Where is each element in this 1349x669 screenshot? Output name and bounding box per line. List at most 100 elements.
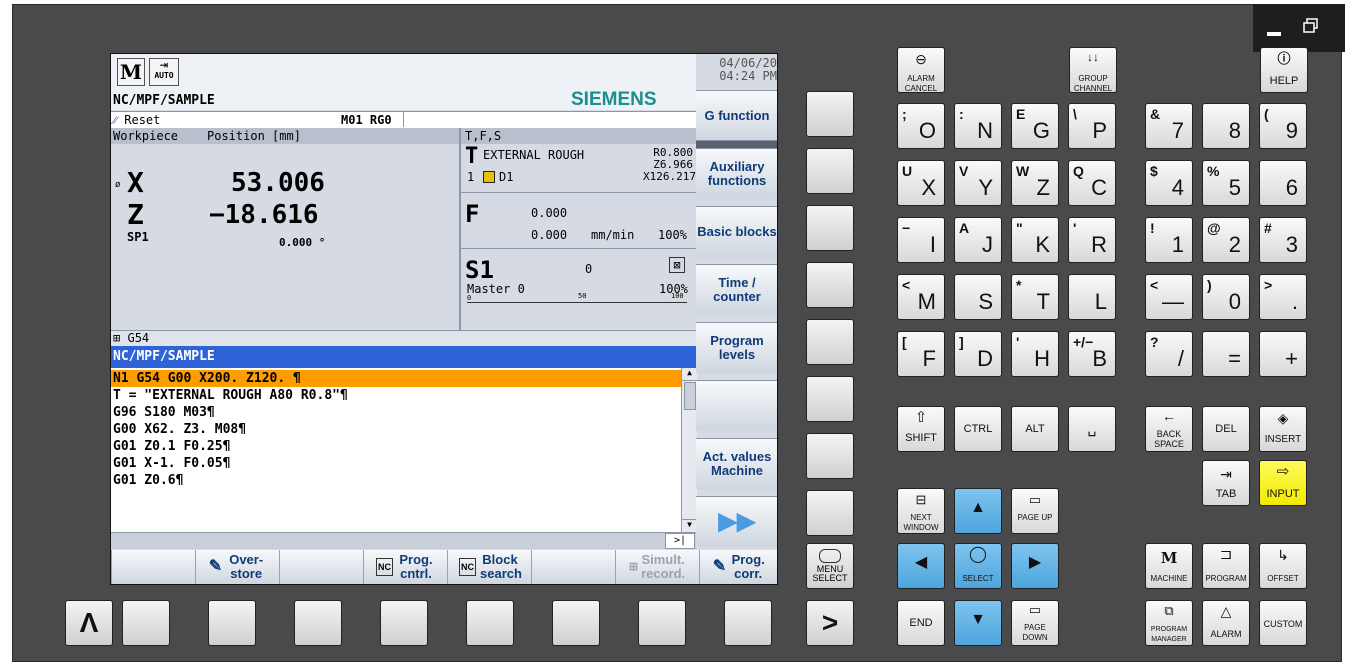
bottom-key-7[interactable]: [638, 600, 686, 646]
key-j[interactable]: AJ: [954, 217, 1002, 263]
key-num-6[interactable]: ! 1: [1145, 217, 1193, 263]
bottom-key-3[interactable]: [294, 600, 342, 646]
key-d[interactable]: ] D: [954, 331, 1002, 377]
softkey-time-counter[interactable]: Time / counter: [696, 264, 777, 315]
softkey-more[interactable]: ▶▶: [696, 496, 777, 547]
page-up-key[interactable]: ▭ PAGE UP: [1011, 488, 1059, 534]
backspace-key[interactable]: ← BACK SPACE: [1145, 406, 1193, 452]
insert-key[interactable]: ◈ INSERT: [1259, 406, 1307, 452]
del-key[interactable]: DEL: [1202, 406, 1250, 452]
softkey-auxiliary-functions[interactable]: Auxiliary functions: [696, 148, 777, 199]
recall-key[interactable]: Λ: [65, 600, 113, 646]
machine-key[interactable]: M MACHINE: [1145, 543, 1193, 589]
vertical-key-6[interactable]: [806, 376, 854, 422]
machine-mode-icon[interactable]: M: [117, 58, 145, 86]
hsoftkey-simult-record[interactable]: ⊞ Simult. record.: [615, 550, 699, 584]
hsoftkey-3[interactable]: [279, 550, 363, 584]
menu-select-key[interactable]: MENU SELECT: [806, 543, 854, 589]
key-p[interactable]: \ P: [1068, 103, 1116, 149]
select-key[interactable]: ◯ SELECT: [954, 543, 1002, 589]
program-key[interactable]: ⊐ PROGRAM: [1202, 543, 1250, 589]
key-num-5[interactable]: 6: [1259, 160, 1307, 206]
key-num-12[interactable]: ? /: [1145, 331, 1193, 377]
key-num-11[interactable]: >.: [1259, 274, 1307, 320]
help-key[interactable]: ⓘ HELP: [1260, 47, 1308, 93]
bottom-key-5[interactable]: [466, 600, 514, 646]
key-num-3[interactable]: $4: [1145, 160, 1193, 206]
key-k[interactable]: " K: [1011, 217, 1059, 263]
ctrl-key[interactable]: CTRL: [954, 406, 1002, 452]
vertical-key-4[interactable]: [806, 262, 854, 308]
key-x[interactable]: UX: [897, 160, 945, 206]
key-z[interactable]: WZ: [1011, 160, 1059, 206]
alarm-key[interactable]: △ ALARM: [1202, 600, 1250, 646]
offset-key[interactable]: ↳ OFFSET: [1259, 543, 1307, 589]
key-g[interactable]: EG: [1011, 103, 1059, 149]
key-num-14[interactable]: +: [1259, 331, 1307, 377]
code-line[interactable]: G01 Z0.1 F0.25¶: [113, 439, 673, 454]
input-key[interactable]: ⇨ INPUT: [1259, 460, 1307, 506]
bottom-key-1[interactable]: [122, 600, 170, 646]
key-n[interactable]: :N: [954, 103, 1002, 149]
code-line[interactable]: G00 X62. Z3. M08¶: [113, 422, 673, 437]
shift-key[interactable]: ⇧ SHIFT: [897, 406, 945, 452]
arrow-down-key[interactable]: ▼: [954, 600, 1002, 646]
key-m[interactable]: < M: [897, 274, 945, 320]
alarm-cancel-key[interactable]: ⊖ ALARM CANCEL: [897, 47, 945, 93]
page-down-key[interactable]: ▭ PAGE DOWN: [1011, 600, 1059, 646]
vertical-key-3[interactable]: [806, 205, 854, 251]
hsoftkey-overstore[interactable]: ✎ Over- store: [195, 550, 279, 584]
arrow-right-key[interactable]: ▶: [1011, 543, 1059, 589]
vertical-key-8[interactable]: [806, 490, 854, 536]
alt-key[interactable]: ALT: [1011, 406, 1059, 452]
softkey-empty[interactable]: [696, 380, 777, 431]
arrow-left-key[interactable]: ◀: [897, 543, 945, 589]
code-line[interactable]: N1 G54 G00 X200. Z120. ¶: [113, 371, 673, 386]
key-num-1[interactable]: 8: [1202, 103, 1250, 149]
bottom-key-4[interactable]: [380, 600, 428, 646]
key-h[interactable]: ' H: [1011, 331, 1059, 377]
etc-key[interactable]: >: [806, 600, 854, 646]
softkey-program-levels[interactable]: Program levels: [696, 322, 777, 373]
bottom-key-2[interactable]: [208, 600, 256, 646]
key-r[interactable]: ' R: [1068, 217, 1116, 263]
key-num-13[interactable]: =: [1202, 331, 1250, 377]
code-line[interactable]: T = "EXTERNAL ROUGH A80 R0.8"¶: [113, 388, 673, 403]
vertical-key-1[interactable]: [806, 91, 854, 137]
key-o[interactable]: ; O: [897, 103, 945, 149]
code-line[interactable]: G96 S180 M03¶: [113, 405, 673, 420]
key-y[interactable]: VY: [954, 160, 1002, 206]
vertical-key-5[interactable]: [806, 319, 854, 365]
auto-mode-icon[interactable]: ⇥ AUTO: [149, 58, 179, 86]
key-f[interactable]: [F: [897, 331, 945, 377]
key-l[interactable]: L: [1068, 274, 1116, 320]
space-key[interactable]: ␣: [1068, 406, 1116, 452]
key-num-2[interactable]: (9: [1259, 103, 1307, 149]
hsoftkey-prog-corr[interactable]: ✎ Prog. corr.: [699, 550, 777, 584]
tab-key[interactable]: ⇥ TAB: [1202, 460, 1250, 506]
minimize-icon[interactable]: [1267, 32, 1281, 36]
code-line[interactable]: G01 X-1. F0.05¶: [113, 456, 673, 471]
horizontal-scroll-right-icon[interactable]: >|: [665, 533, 695, 549]
custom-key[interactable]: CUSTOM: [1259, 600, 1307, 646]
key-num-8[interactable]: #3: [1259, 217, 1307, 263]
arrow-up-key[interactable]: ▲: [954, 488, 1002, 534]
code-line[interactable]: G01 Z0.6¶: [113, 473, 673, 488]
key-t[interactable]: * T: [1011, 274, 1059, 320]
key-num-10[interactable]: ) 0: [1202, 274, 1250, 320]
key-c[interactable]: QC: [1068, 160, 1116, 206]
group-channel-key[interactable]: ↓↓ GROUP CHANNEL: [1069, 47, 1117, 93]
key-b[interactable]: +/− B: [1068, 331, 1116, 377]
softkey-act-values-machine[interactable]: Act. values Machine: [696, 438, 777, 489]
vertical-key-2[interactable]: [806, 148, 854, 194]
key-s[interactable]: S: [954, 274, 1002, 320]
bottom-key-8[interactable]: [724, 600, 772, 646]
program-manager-key[interactable]: ⧉ PROGRAM MANAGER: [1145, 600, 1193, 646]
key-num-7[interactable]: @2: [1202, 217, 1250, 263]
key-num-0[interactable]: & 7: [1145, 103, 1193, 149]
editor-scrollbar[interactable]: ▲ ▼: [681, 368, 697, 532]
restore-icon[interactable]: [1303, 18, 1319, 34]
next-window-key[interactable]: ⊟ NEXT WINDOW: [897, 488, 945, 534]
key-num-9[interactable]: < —: [1145, 274, 1193, 320]
softkey-basic-blocks[interactable]: Basic blocks: [696, 206, 777, 257]
